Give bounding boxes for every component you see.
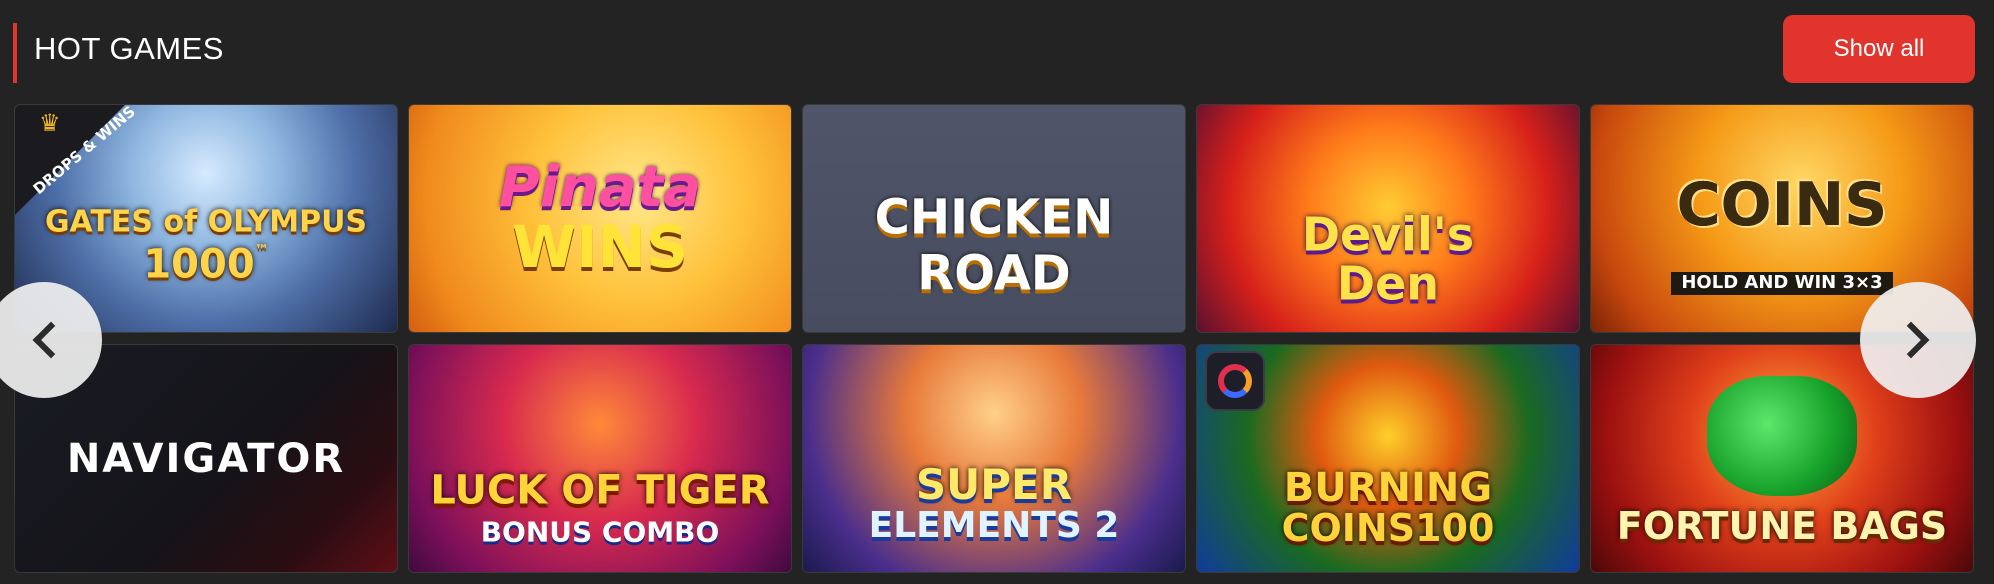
game-title-main: BURNING	[1283, 465, 1493, 512]
hot-games-header: HOT GAMES Show all	[0, 0, 1994, 100]
game-tile-pinata-wins[interactable]: Pinata WINS	[408, 104, 792, 333]
game-title-main: GATES of OLYMPUS	[44, 203, 368, 239]
game-title: BURNING COINS100	[1197, 467, 1579, 549]
game-title-main: Devil's	[1301, 208, 1475, 263]
game-subtitle: 1000™	[29, 243, 383, 285]
show-all-button[interactable]: Show all	[1783, 15, 1975, 83]
game-title: NAVIGATOR	[66, 435, 346, 482]
game-subtitle: WINS	[512, 213, 688, 282]
game-title: COINS HOLD AND WIN 3×3	[1591, 173, 1973, 300]
chevron-left-icon	[32, 321, 70, 359]
section-title: HOT GAMES	[34, 31, 224, 66]
game-subtitle-number: 1000	[143, 241, 255, 288]
game-tile-chicken-road[interactable]: CHICKEN ROAD	[802, 104, 1186, 333]
chevron-right-icon	[1892, 321, 1930, 359]
game-tile-super-elements-2[interactable]: SUPER ELEMENTS 2	[802, 344, 1186, 573]
game-title-main: CHICKEN	[874, 189, 1114, 246]
carousel-next-button[interactable]	[1860, 282, 1976, 398]
game-title-main: SUPER	[915, 459, 1073, 509]
game-title: FORTUNE BAGS	[1616, 503, 1948, 548]
game-subtitle: Den	[1336, 256, 1440, 311]
game-title-main: Pinata	[498, 154, 702, 220]
section-accent-bar	[13, 23, 17, 83]
money-bag-icon	[1707, 375, 1857, 496]
game-subtitle: HOLD AND WIN 3×3	[1671, 271, 1893, 295]
game-tile-burning-coins-100[interactable]: BURNING COINS100	[1196, 344, 1580, 573]
game-title-main: LUCK OF TIGER	[430, 467, 770, 514]
crown-icon: ♛	[39, 110, 61, 137]
game-title: SUPER ELEMENTS 2	[803, 459, 1185, 547]
game-title: Pinata WINS	[409, 158, 791, 282]
game-subtitle: BONUS COMBO	[480, 515, 720, 549]
game-title: Devil's Den	[1197, 211, 1579, 308]
game-subtitle: ELEMENTS 2	[868, 505, 1120, 547]
game-title: LUCK OF TIGER BONUS COMBO	[409, 470, 791, 547]
game-subtitle: ROAD	[917, 245, 1071, 302]
game-tile-luck-of-tiger[interactable]: LUCK OF TIGER BONUS COMBO	[408, 344, 792, 573]
game-title-main: COINS	[1676, 169, 1888, 240]
trademark-symbol: ™	[254, 242, 269, 259]
games-grid: ♛ DROPS & WINS GATES of OLYMPUS 1000™ Pi…	[14, 104, 1976, 575]
provider-logo-icon	[1205, 351, 1265, 411]
game-tile-devils-den[interactable]: Devil's Den	[1196, 104, 1580, 333]
game-subtitle: COINS100	[1281, 506, 1495, 551]
game-title: GATES of OLYMPUS 1000™	[15, 206, 397, 286]
game-title: CHICKEN ROAD	[803, 192, 1185, 299]
